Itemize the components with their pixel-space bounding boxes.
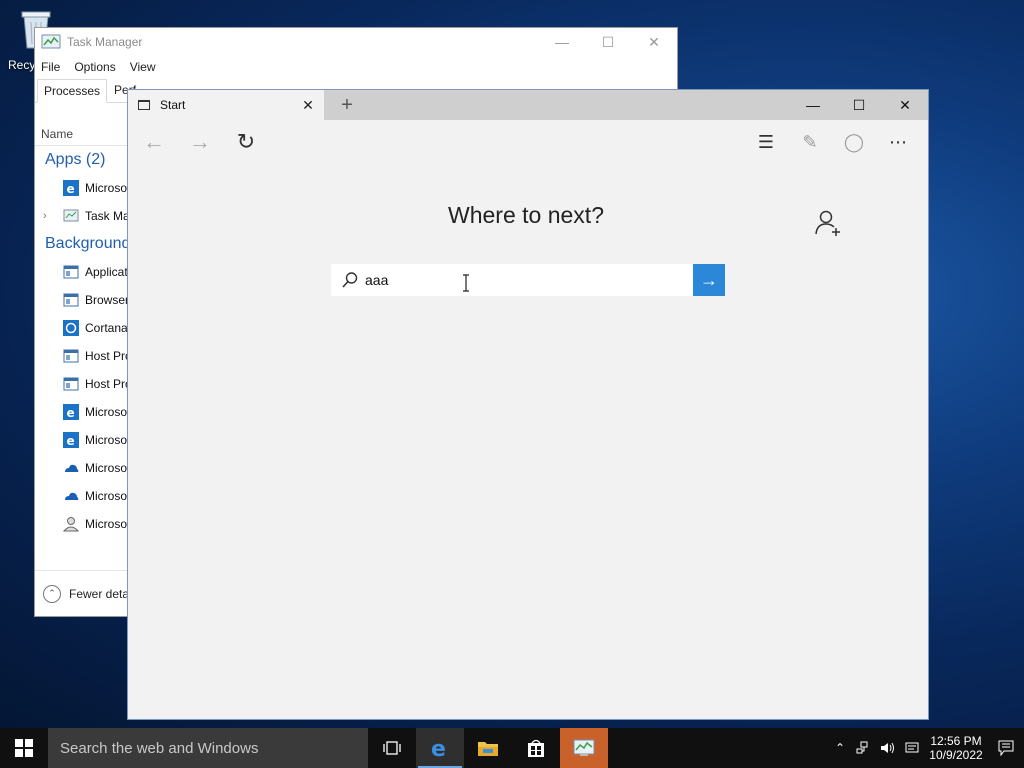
taskbar: Search the web and Windows e ⌃ 12:56 PM …	[0, 728, 1024, 768]
web-note-icon[interactable]: ✎	[788, 122, 832, 162]
recycle-bin-label: Recy	[8, 58, 36, 72]
share-icon[interactable]: ◯	[832, 122, 876, 162]
menu-options[interactable]: Options	[74, 60, 115, 74]
edge-toolbar: ← → ↻ ☰ ✎ ◯ ⋯	[128, 120, 928, 164]
maximize-button[interactable]: ☐	[585, 28, 631, 56]
menu-view[interactable]: View	[130, 60, 156, 74]
taskbar-edge[interactable]: e	[416, 728, 464, 768]
process-name: Task Ma	[85, 209, 130, 223]
close-tab-icon[interactable]: ✕	[298, 97, 318, 114]
edge-window[interactable]: Start ✕ + — ☐ ✕ ← → ↻ ☰ ✎ ◯ ⋯ Where to n…	[127, 89, 929, 720]
notification-icon	[998, 740, 1014, 756]
edge-icon: e	[63, 432, 79, 448]
process-name: Host Pro	[85, 349, 132, 363]
search-input[interactable]	[365, 268, 665, 292]
task-manager-title: Task Manager	[67, 35, 143, 49]
tab-processes[interactable]: Processes	[37, 79, 108, 103]
onedrive-icon	[63, 488, 79, 504]
hub-icon[interactable]: ☰	[744, 122, 788, 162]
svg-text:e: e	[67, 182, 75, 196]
page-headline: Where to next?	[448, 202, 604, 228]
onedrive-icon	[63, 460, 79, 476]
go-button[interactable]: →	[693, 264, 725, 296]
expand-chevron-icon[interactable]: ›	[43, 210, 47, 222]
show-hidden-icons-icon[interactable]: ⌃	[828, 728, 852, 768]
user-icon	[63, 516, 79, 532]
svg-text:e: e	[67, 434, 75, 448]
svg-text:e: e	[431, 737, 446, 759]
clock-time: 12:56 PM	[930, 734, 982, 748]
fewer-details-label: Fewer detai	[69, 586, 132, 601]
search-box[interactable]: →	[331, 264, 725, 296]
store-icon	[528, 739, 544, 757]
search-icon	[335, 264, 365, 296]
task-view-button[interactable]	[368, 728, 416, 768]
process-name: Host Pro	[85, 377, 132, 391]
process-name: Microso	[85, 461, 128, 475]
add-user-icon[interactable]	[814, 208, 844, 238]
clock[interactable]: 12:56 PM 10/9/2022	[924, 734, 988, 762]
process-name: Microso	[85, 517, 128, 531]
window-icon	[63, 376, 79, 392]
volume-icon[interactable]	[876, 728, 900, 768]
task-manager-menubar: File Options View	[35, 56, 677, 78]
minimize-button[interactable]: —	[539, 28, 585, 56]
page-icon	[138, 100, 150, 110]
action-center-button[interactable]	[988, 728, 1024, 768]
tab-title: Start	[160, 98, 186, 112]
taskbar-task-manager[interactable]	[560, 728, 608, 768]
cortana-icon	[63, 320, 79, 336]
edge-icon: e	[63, 180, 79, 196]
maximize-button[interactable]: ☐	[836, 90, 882, 120]
text-cursor-icon	[463, 274, 469, 292]
window-icon	[63, 264, 79, 280]
edge-icon: e	[431, 737, 446, 759]
network-icon[interactable]	[852, 728, 876, 768]
edge-icon: e	[63, 404, 79, 420]
window-icon	[63, 292, 79, 308]
taskbar-store[interactable]	[512, 728, 560, 768]
svg-text:e: e	[67, 406, 75, 420]
windows-logo-icon	[15, 739, 33, 757]
process-name: Microso	[85, 405, 128, 419]
start-button[interactable]	[0, 728, 48, 768]
task-manager-icon	[63, 208, 79, 224]
input-method-icon[interactable]	[900, 728, 924, 768]
tab-start[interactable]: Start ✕	[128, 90, 324, 120]
new-tab-button[interactable]: +	[332, 90, 362, 120]
task-manager-icon	[41, 34, 61, 49]
task-view-icon	[383, 741, 401, 755]
process-name: Applicat	[85, 265, 128, 279]
system-tray: ⌃ 12:56 PM 10/9/2022	[828, 728, 1024, 768]
forward-button[interactable]: →	[180, 122, 220, 162]
refresh-button[interactable]: ↻	[226, 122, 266, 162]
process-name: Microso	[85, 489, 128, 503]
process-name: Microso	[85, 433, 128, 447]
window-icon	[63, 348, 79, 364]
more-icon[interactable]: ⋯	[876, 122, 920, 162]
process-name: Browser	[85, 293, 130, 307]
chevron-up-icon: ⌃	[43, 584, 61, 603]
taskbar-search-box[interactable]: Search the web and Windows	[48, 728, 368, 768]
process-name: Cortana	[85, 321, 128, 335]
menu-file[interactable]: File	[41, 60, 60, 74]
close-button[interactable]: ✕	[882, 90, 928, 120]
task-manager-titlebar[interactable]: Task Manager — ☐ ✕	[35, 28, 677, 56]
minimize-button[interactable]: —	[790, 90, 836, 120]
folder-icon	[478, 742, 498, 756]
taskbar-file-explorer[interactable]	[464, 728, 512, 768]
task-manager-icon	[573, 739, 595, 756]
clock-date: 10/9/2022	[929, 748, 983, 762]
back-button[interactable]: ←	[134, 122, 174, 162]
edge-tab-strip: Start ✕ + — ☐ ✕	[128, 90, 928, 120]
process-name: Microso	[85, 181, 128, 195]
close-button[interactable]: ✕	[631, 28, 677, 56]
